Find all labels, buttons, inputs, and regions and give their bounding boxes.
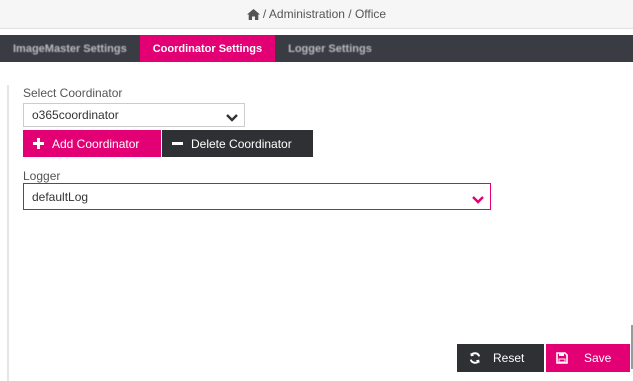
tab-coordinator-settings[interactable]: Coordinator Settings — [139, 35, 276, 62]
reset-label: Reset — [493, 351, 525, 365]
delete-coordinator-button[interactable]: Delete Coordinator — [162, 130, 313, 157]
home-icon[interactable] — [246, 8, 260, 20]
select-coordinator-label: Select Coordinator — [23, 86, 123, 100]
breadcrumb-text: / Administration / Office — [262, 7, 387, 21]
chevron-down-icon — [226, 111, 238, 125]
tab-imagemaster-settings[interactable]: ImageMaster Settings — [0, 35, 140, 62]
add-coordinator-button[interactable]: Add Coordinator — [23, 130, 161, 157]
coordinator-select-value: o365coordinator — [32, 108, 119, 122]
refresh-icon — [469, 352, 481, 364]
add-coordinator-label: Add Coordinator — [52, 136, 140, 151]
tab-logger-settings[interactable]: Logger Settings — [275, 35, 385, 62]
delete-coordinator-label: Delete Coordinator — [191, 136, 292, 151]
plus-icon — [33, 138, 44, 149]
coordinator-select[interactable]: o365coordinator — [23, 103, 245, 127]
logger-select[interactable]: defaultLog — [23, 183, 491, 210]
settings-tabs: ImageMaster Settings Coordinator Setting… — [0, 35, 633, 62]
breadcrumb: / Administration / Office — [0, 0, 633, 29]
save-label: Save — [584, 351, 612, 365]
reset-button[interactable]: Reset — [457, 344, 544, 372]
panel-left-border — [7, 85, 9, 381]
chevron-down-icon — [472, 193, 484, 207]
save-button[interactable]: Save — [546, 344, 630, 372]
logger-label: Logger — [23, 169, 61, 183]
logger-select-value: defaultLog — [32, 189, 89, 204]
floppy-disk-icon — [556, 352, 568, 364]
minus-icon — [172, 138, 183, 149]
